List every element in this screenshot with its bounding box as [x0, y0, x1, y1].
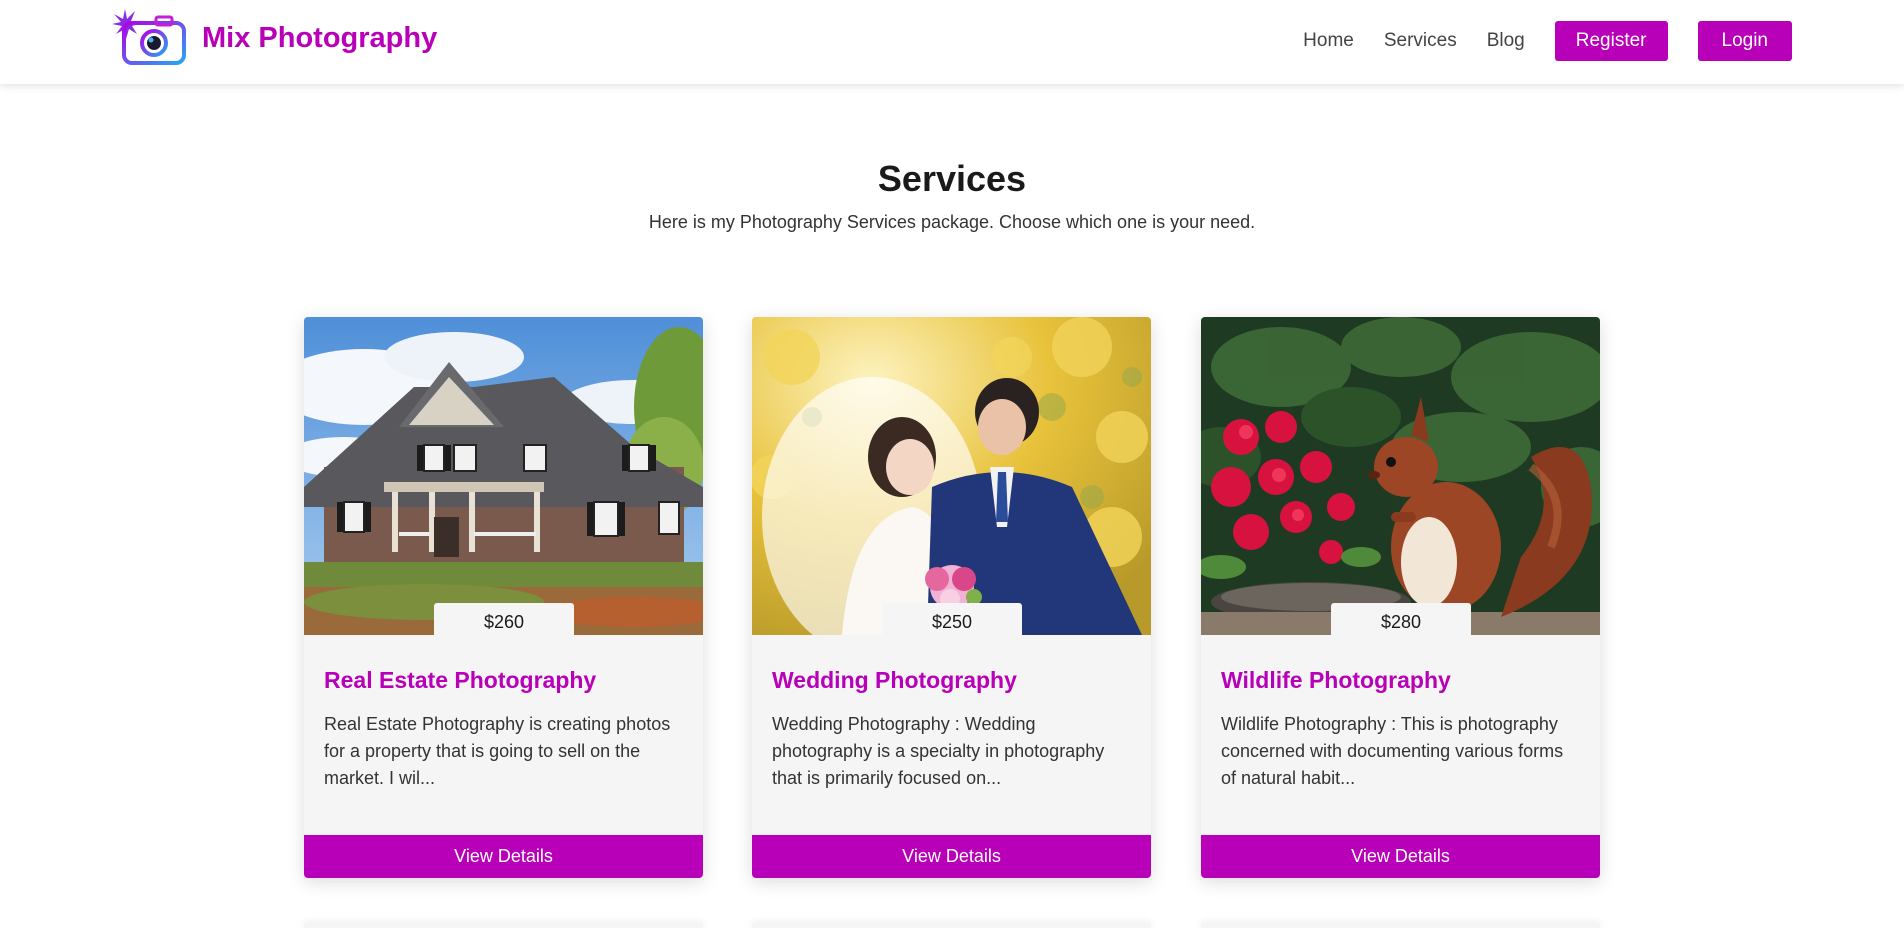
top-navbar: Mix Photography Home Services Blog Regis… — [0, 0, 1904, 84]
wedding-couple-photo — [752, 317, 1151, 635]
page-subtitle: Here is my Photography Services package.… — [648, 212, 1256, 232]
service-card-partial — [752, 923, 1151, 928]
view-details-button[interactable]: View Details — [304, 835, 703, 878]
page-title: Services — [877, 158, 1027, 199]
card-description: Real Estate Photography is creating phot… — [324, 714, 671, 788]
price-tag: $280 — [1331, 603, 1471, 636]
main-nav: Home Services Blog Register Login — [1303, 21, 1792, 61]
card-title[interactable]: Wedding Photography — [772, 667, 1017, 694]
card-description: Wedding Photography : Wedding photograph… — [772, 714, 1105, 788]
service-card-partial — [304, 923, 703, 928]
card-title[interactable]: Wildlife Photography — [1221, 667, 1451, 694]
service-card-partial — [1201, 923, 1600, 928]
view-details-button[interactable]: View Details — [1201, 835, 1600, 878]
brand-link[interactable]: Mix Photography — [110, 8, 437, 68]
login-button[interactable]: Login — [1697, 21, 1792, 61]
card-title[interactable]: Real Estate Photography — [324, 667, 596, 694]
card-description: Wildlife Photography : This is photograp… — [1221, 714, 1564, 788]
brand-name: Mix Photography — [202, 21, 438, 54]
squirrel-photo — [1201, 317, 1600, 635]
nav-home-link[interactable]: Home — [1303, 21, 1354, 61]
camera-icon — [112, 9, 186, 65]
house-photo — [304, 317, 703, 635]
nav-blog-link[interactable]: Blog — [1487, 21, 1525, 61]
register-button[interactable]: Register — [1554, 21, 1668, 61]
service-card: $250 Wedding Photography Wedding Photogr… — [752, 317, 1151, 878]
nav-services-link[interactable]: Services — [1384, 21, 1457, 61]
view-details-button[interactable]: View Details — [752, 835, 1151, 878]
service-card: $280 Wildlife Photography Wildlife Photo… — [1201, 317, 1600, 878]
service-card: $260 Real Estate Photography Real Estate… — [304, 317, 703, 878]
price-tag: $260 — [434, 603, 574, 636]
price-tag: $250 — [882, 603, 1022, 636]
